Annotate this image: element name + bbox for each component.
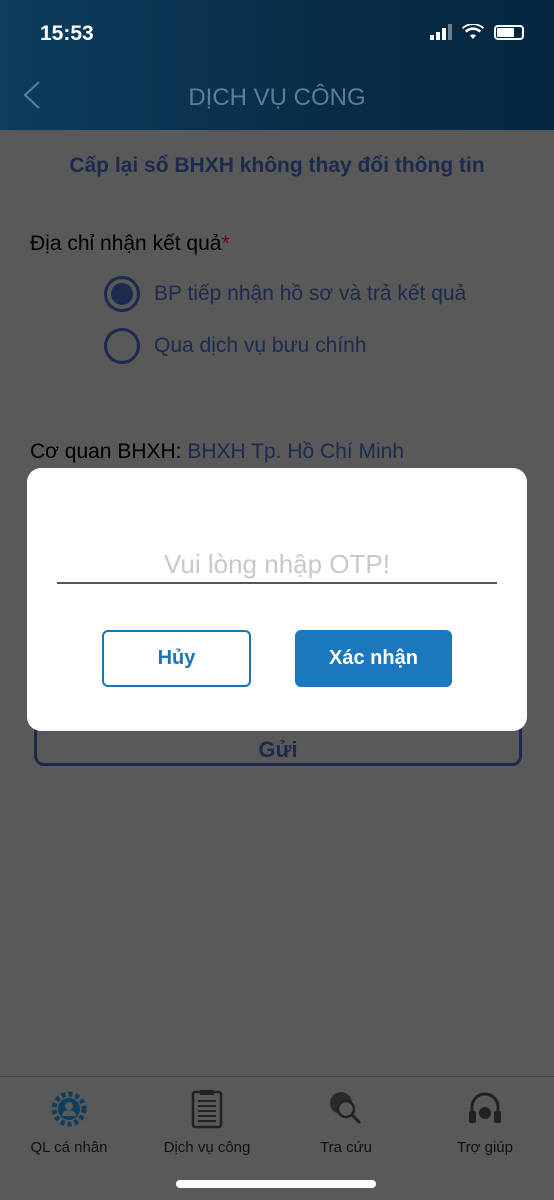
- app-header: 15:53 DỊCH VỤ CÔNG: [0, 0, 554, 130]
- required-mark: *: [221, 232, 230, 255]
- tab-label: Dịch vụ công: [163, 1139, 251, 1156]
- radio-selected-icon: [104, 276, 140, 312]
- radio-label: Qua dịch vụ bưu chính: [154, 334, 367, 357]
- tab-help[interactable]: Trợ giúp: [416, 1089, 554, 1156]
- status-time: 15:53: [40, 22, 94, 45]
- address-label: Địa chỉ nhận kết quả*: [30, 232, 230, 256]
- tab-lookup[interactable]: Tra cứu: [277, 1089, 415, 1156]
- agency-label: Cơ quan BHXH:: [30, 440, 182, 463]
- agency-value: BHXH Tp. Hồ Chí Minh: [187, 440, 405, 463]
- form-title: Cấp lại sổ BHXH không thay đổi thông tin: [69, 154, 485, 177]
- tab-label: QL cá nhân: [30, 1139, 108, 1156]
- page-title: DỊCH VỤ CÔNG: [188, 84, 366, 111]
- address-label-text: Địa chỉ nhận kết quả: [30, 232, 222, 255]
- battery-icon: [494, 24, 524, 40]
- wifi-icon: [462, 24, 484, 39]
- tab-label: Trợ giúp: [457, 1139, 513, 1156]
- otp-dialog: Hủy Xác nhận: [27, 468, 527, 731]
- confirm-button[interactable]: Xác nhận: [295, 630, 452, 687]
- signal-icon: [430, 24, 452, 40]
- agency-row: Cơ quan BHXH: BHXH Tp. Hồ Chí Minh: [30, 440, 404, 464]
- globe-search-icon: [330, 1092, 362, 1125]
- radio-unselected-icon: [104, 328, 140, 364]
- home-indicator: [176, 1180, 376, 1188]
- user-gear-icon: [51, 1091, 87, 1127]
- otp-input[interactable]: [57, 546, 497, 584]
- tab-personal[interactable]: QL cá nhân: [0, 1089, 138, 1156]
- radio-option-post[interactable]: Qua dịch vụ bưu chính: [104, 328, 367, 364]
- radio-option-office[interactable]: BP tiếp nhận hồ sơ và trả kết quả: [104, 276, 466, 312]
- headset-icon: [469, 1092, 501, 1123]
- clipboard-icon: [191, 1090, 223, 1129]
- tab-public-service[interactable]: Dịch vụ công: [138, 1089, 276, 1156]
- tab-label: Tra cứu: [320, 1139, 372, 1156]
- status-bar: 15:53: [40, 20, 524, 50]
- radio-label: BP tiếp nhận hồ sơ và trả kết quả: [154, 282, 467, 305]
- cancel-button[interactable]: Hủy: [102, 630, 251, 687]
